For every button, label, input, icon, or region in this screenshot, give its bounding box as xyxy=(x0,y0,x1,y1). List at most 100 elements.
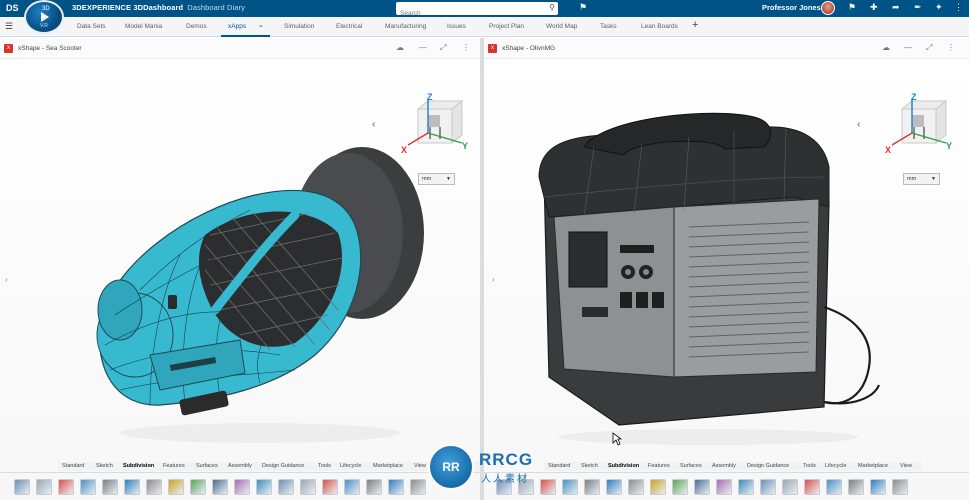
tab-standard[interactable]: Standard xyxy=(548,463,570,469)
tab-view[interactable]: View xyxy=(900,463,912,469)
tab-assembly[interactable]: Assembly xyxy=(228,463,252,469)
toolbar-command-icon[interactable] xyxy=(826,479,842,495)
expand-icon[interactable]: ⤢ xyxy=(440,43,446,53)
toolbar-command-icon[interactable] xyxy=(388,479,404,495)
tab-demos[interactable]: Demos xyxy=(186,23,207,30)
toolbar-command-icon[interactable] xyxy=(672,479,688,495)
toolbar-command-icon[interactable] xyxy=(870,479,886,495)
toolbar-command-icon[interactable] xyxy=(892,479,908,495)
tab-world-map[interactable]: World Map xyxy=(546,23,577,30)
tab-manufacturing[interactable]: Manufacturing xyxy=(385,23,426,30)
toolbar-command-icon[interactable] xyxy=(322,479,338,495)
tab-lifecycle[interactable]: Lifecycle xyxy=(340,463,361,469)
toolbar-command-icon[interactable] xyxy=(628,479,644,495)
tab-sketch[interactable]: Sketch xyxy=(581,463,598,469)
toolbar-command-icon[interactable] xyxy=(562,479,578,495)
expand-icon[interactable]: ⤢ xyxy=(926,43,932,53)
toolbar-command-icon[interactable] xyxy=(650,479,666,495)
toolbar-command-icon[interactable] xyxy=(540,479,556,495)
toolbar-command-icon[interactable] xyxy=(102,479,118,495)
toolbar-command-icon[interactable] xyxy=(234,479,250,495)
minimize-icon[interactable]: — xyxy=(419,43,427,52)
toolbar-command-icon[interactable] xyxy=(848,479,864,495)
tab-features[interactable]: Features xyxy=(163,463,185,469)
tab-assembly[interactable]: Assembly xyxy=(712,463,736,469)
tab-view[interactable]: View xyxy=(414,463,426,469)
share-icon[interactable]: ➦ xyxy=(892,2,900,13)
toolbar-command-icon[interactable] xyxy=(760,479,776,495)
help-icon[interactable]: ⋮ xyxy=(954,2,963,13)
add-tab-icon[interactable]: + xyxy=(692,19,698,31)
tab-issues[interactable]: Issues xyxy=(447,23,466,30)
tab-model-mania[interactable]: Model Mania xyxy=(125,23,162,30)
add-icon[interactable]: ✚ xyxy=(870,2,878,13)
tab-tools[interactable]: Tools xyxy=(318,463,331,469)
menu-icon[interactable]: ☰ xyxy=(5,21,13,32)
chevron-down-icon[interactable]: ⌄ xyxy=(258,21,264,29)
tab-marketplace[interactable]: Marketplace xyxy=(858,463,888,469)
toolbar-command-icon[interactable] xyxy=(410,479,426,495)
tab-surfaces[interactable]: Surfaces xyxy=(196,463,218,469)
toolbar-command-icon[interactable] xyxy=(584,479,600,495)
side-panel-chevron-icon[interactable]: › xyxy=(5,275,8,284)
search-icon[interactable]: ⚲ xyxy=(549,3,555,12)
cloud-icon[interactable]: ☁ xyxy=(882,43,890,52)
tab-marketplace[interactable]: Marketplace xyxy=(373,463,403,469)
tab-features[interactable]: Features xyxy=(648,463,670,469)
toolbar-command-icon[interactable] xyxy=(146,479,162,495)
apps-icon[interactable]: ✦ xyxy=(935,2,943,13)
3d-viewport[interactable]: ‹ › Z X Y mm ▼ xyxy=(484,59,969,500)
3d-viewport[interactable]: ‹ › Z X Y mm ▼ xyxy=(0,59,480,500)
power-station-model[interactable] xyxy=(524,107,884,447)
toolbar-command-icon[interactable] xyxy=(738,479,754,495)
tab-subdivision[interactable]: Subdivision xyxy=(123,463,154,469)
tab-tools[interactable]: Tools xyxy=(803,463,816,469)
toolbar-command-icon[interactable] xyxy=(124,479,140,495)
toolbar-command-icon[interactable] xyxy=(14,479,30,495)
tab-project-plan[interactable]: Project Plan xyxy=(489,23,524,30)
tab-design-guidance[interactable]: Design Guidance xyxy=(747,463,789,469)
toolbar-command-icon[interactable] xyxy=(58,479,74,495)
toolbar-command-icon[interactable] xyxy=(694,479,710,495)
toolbar-command-icon[interactable] xyxy=(278,479,294,495)
cloud-icon[interactable]: ☁ xyxy=(396,43,404,52)
toolbar-command-icon[interactable] xyxy=(190,479,206,495)
notification-icon[interactable]: ⚑ xyxy=(848,2,856,13)
toolbar-command-icon[interactable] xyxy=(782,479,798,495)
tab-data-sets[interactable]: Data Sets xyxy=(77,23,106,30)
tab-sketch[interactable]: Sketch xyxy=(96,463,113,469)
compass-button[interactable]: 3D V.R xyxy=(24,0,64,34)
avatar[interactable] xyxy=(821,1,835,15)
toolbar-command-icon[interactable] xyxy=(36,479,52,495)
minimize-icon[interactable]: — xyxy=(904,43,912,52)
search-box[interactable]: ⚲ xyxy=(396,2,558,20)
toolbar-command-icon[interactable] xyxy=(716,479,732,495)
side-panel-chevron-icon[interactable]: › xyxy=(492,275,495,284)
toolbar-command-icon[interactable] xyxy=(606,479,622,495)
tab-subdivision[interactable]: Subdivision xyxy=(608,463,639,469)
toolbar-command-icon[interactable] xyxy=(168,479,184,495)
toolbar-command-icon[interactable] xyxy=(344,479,360,495)
toolbar-command-icon[interactable] xyxy=(804,479,820,495)
tab-lean-boards[interactable]: Lean Boards xyxy=(641,23,678,30)
tab-electrical[interactable]: Electrical xyxy=(336,23,362,30)
more-icon[interactable]: ⋮ xyxy=(462,43,470,52)
tab-standard[interactable]: Standard xyxy=(62,463,84,469)
sea-scooter-model[interactable] xyxy=(80,115,440,445)
tab-lifecycle[interactable]: Lifecycle xyxy=(825,463,846,469)
tab-design-guidance[interactable]: Design Guidance xyxy=(262,463,304,469)
toolbar-command-icon[interactable] xyxy=(300,479,316,495)
view-cube[interactable] xyxy=(882,93,962,163)
unit-selector[interactable]: mm ▼ xyxy=(903,173,940,185)
more-icon[interactable]: ⋮ xyxy=(947,43,955,52)
toolbar-command-icon[interactable] xyxy=(80,479,96,495)
tab-simulation[interactable]: Simulation xyxy=(284,23,314,30)
tab-xapps[interactable]: xApps xyxy=(228,23,246,30)
user-name[interactable]: Professor Jones xyxy=(762,3,821,12)
toolbar-command-icon[interactable] xyxy=(212,479,228,495)
toolbar-command-icon[interactable] xyxy=(366,479,382,495)
toolbar-command-icon[interactable] xyxy=(256,479,272,495)
tab-tasks[interactable]: Tasks xyxy=(600,23,617,30)
tab-surfaces[interactable]: Surfaces xyxy=(680,463,702,469)
tag-icon[interactable]: ⚑ xyxy=(579,2,587,13)
